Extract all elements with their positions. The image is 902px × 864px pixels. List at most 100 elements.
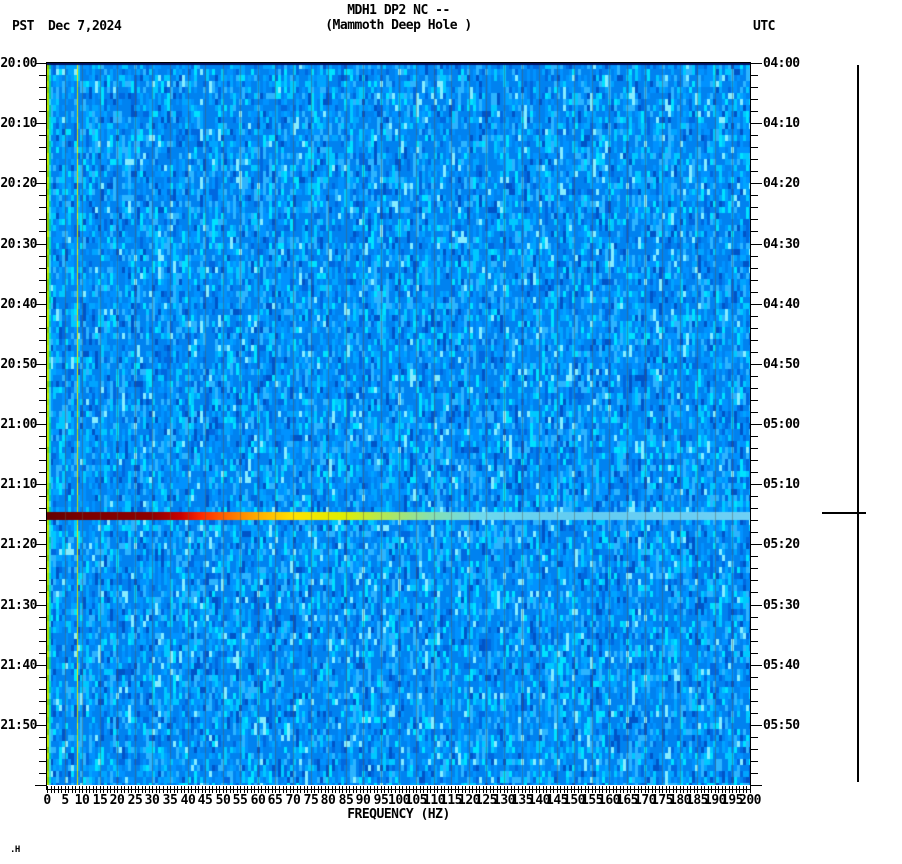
freq-tick: [321, 786, 322, 793]
freq-tick: [437, 786, 438, 793]
time-tick-right: [751, 195, 758, 196]
time-tick-right: [751, 436, 758, 437]
time-label-left: 20:30: [0, 237, 37, 252]
freq-tick: [335, 786, 336, 793]
freq-tick: [258, 786, 259, 793]
freq-tick: [567, 786, 568, 793]
time-label-left: 21:00: [0, 417, 37, 432]
time-tick-left: [39, 256, 46, 257]
freq-tick: [511, 786, 512, 793]
time-tick-left: [35, 785, 46, 786]
time-tick-left: [39, 592, 46, 593]
time-tick-right: [751, 665, 762, 666]
time-label-left: 21:30: [0, 598, 37, 613]
freq-tick: [181, 786, 182, 793]
freq-tick: [47, 786, 48, 793]
freq-tick: [311, 786, 312, 793]
time-tick-right: [751, 376, 758, 377]
time-tick-left: [39, 460, 46, 461]
time-label-left: 21:40: [0, 658, 37, 673]
time-tick-right: [751, 592, 758, 593]
time-tick-left: [39, 280, 46, 281]
time-tick-left: [39, 388, 46, 389]
freq-label: 200: [739, 793, 761, 808]
time-tick-left: [39, 761, 46, 762]
freq-tick: [641, 786, 642, 793]
freq-tick: [602, 786, 603, 793]
freq-tick: [149, 786, 150, 793]
freq-tick: [486, 786, 487, 793]
freq-tick: [254, 786, 255, 793]
time-tick-left: [39, 316, 46, 317]
freq-tick: [209, 786, 210, 793]
freq-tick: [420, 786, 421, 793]
freq-tick: [557, 786, 558, 793]
freq-tick: [514, 786, 515, 793]
freq-tick: [451, 786, 452, 793]
time-tick-right: [751, 641, 758, 642]
freq-tick: [423, 786, 424, 793]
chart-title: MDH1 DP2 NC --: [347, 3, 450, 18]
freq-tick: [247, 786, 248, 793]
time-tick-left: [39, 135, 46, 136]
freq-tick: [103, 786, 104, 793]
time-tick-left: [39, 580, 46, 581]
freq-tick: [673, 786, 674, 793]
time-tick-right: [751, 171, 758, 172]
freq-tick: [553, 786, 554, 793]
freq-tick: [342, 786, 343, 793]
time-tick-right: [751, 183, 762, 184]
freq-tick: [325, 786, 326, 793]
freq-tick: [666, 786, 667, 793]
time-label-right: 05:50: [763, 718, 800, 733]
freq-tick: [388, 786, 389, 793]
time-tick-left: [39, 472, 46, 473]
freq-tick: [117, 786, 118, 793]
time-tick-right: [751, 388, 758, 389]
freq-tick: [174, 786, 175, 793]
timezone-left-label: PST: [12, 19, 34, 34]
time-tick-left: [39, 75, 46, 76]
time-tick-left: [39, 111, 46, 112]
freq-tick: [100, 786, 101, 793]
time-tick-right: [751, 785, 762, 786]
time-tick-right: [751, 231, 758, 232]
time-tick-right: [751, 460, 758, 461]
time-label-left: 21:50: [0, 718, 37, 733]
freq-tick: [275, 786, 276, 793]
freq-tick: [434, 786, 435, 793]
freq-tick: [402, 786, 403, 793]
time-label-right: 05:00: [763, 417, 800, 432]
time-label-right: 04:50: [763, 357, 800, 372]
time-tick-right: [751, 532, 758, 533]
freq-tick: [110, 786, 111, 793]
freq-tick: [536, 786, 537, 793]
time-tick-left: [39, 219, 46, 220]
time-tick-left: [39, 147, 46, 148]
freq-tick: [715, 786, 716, 793]
freq-tick: [493, 786, 494, 793]
time-tick-left: [39, 773, 46, 774]
freq-tick: [374, 786, 375, 793]
time-tick-right: [751, 761, 758, 762]
time-tick-right: [751, 713, 758, 714]
time-tick-left: [39, 159, 46, 160]
time-label-left: 20:50: [0, 357, 37, 372]
time-tick-right: [751, 605, 762, 606]
time-tick-left: [39, 412, 46, 413]
freq-tick: [648, 786, 649, 793]
time-label-right: 05:30: [763, 598, 800, 613]
freq-tick: [332, 786, 333, 793]
freq-tick: [367, 786, 368, 793]
freq-tick: [581, 786, 582, 793]
time-tick-right: [751, 773, 758, 774]
time-tick-right: [751, 701, 758, 702]
time-tick-right: [751, 725, 762, 726]
freq-tick: [704, 786, 705, 793]
freq-tick: [627, 786, 628, 793]
time-tick-left: [39, 508, 46, 509]
time-tick-left: [39, 448, 46, 449]
freq-tick: [743, 786, 744, 793]
freq-tick: [377, 786, 378, 793]
time-tick-right: [751, 340, 758, 341]
